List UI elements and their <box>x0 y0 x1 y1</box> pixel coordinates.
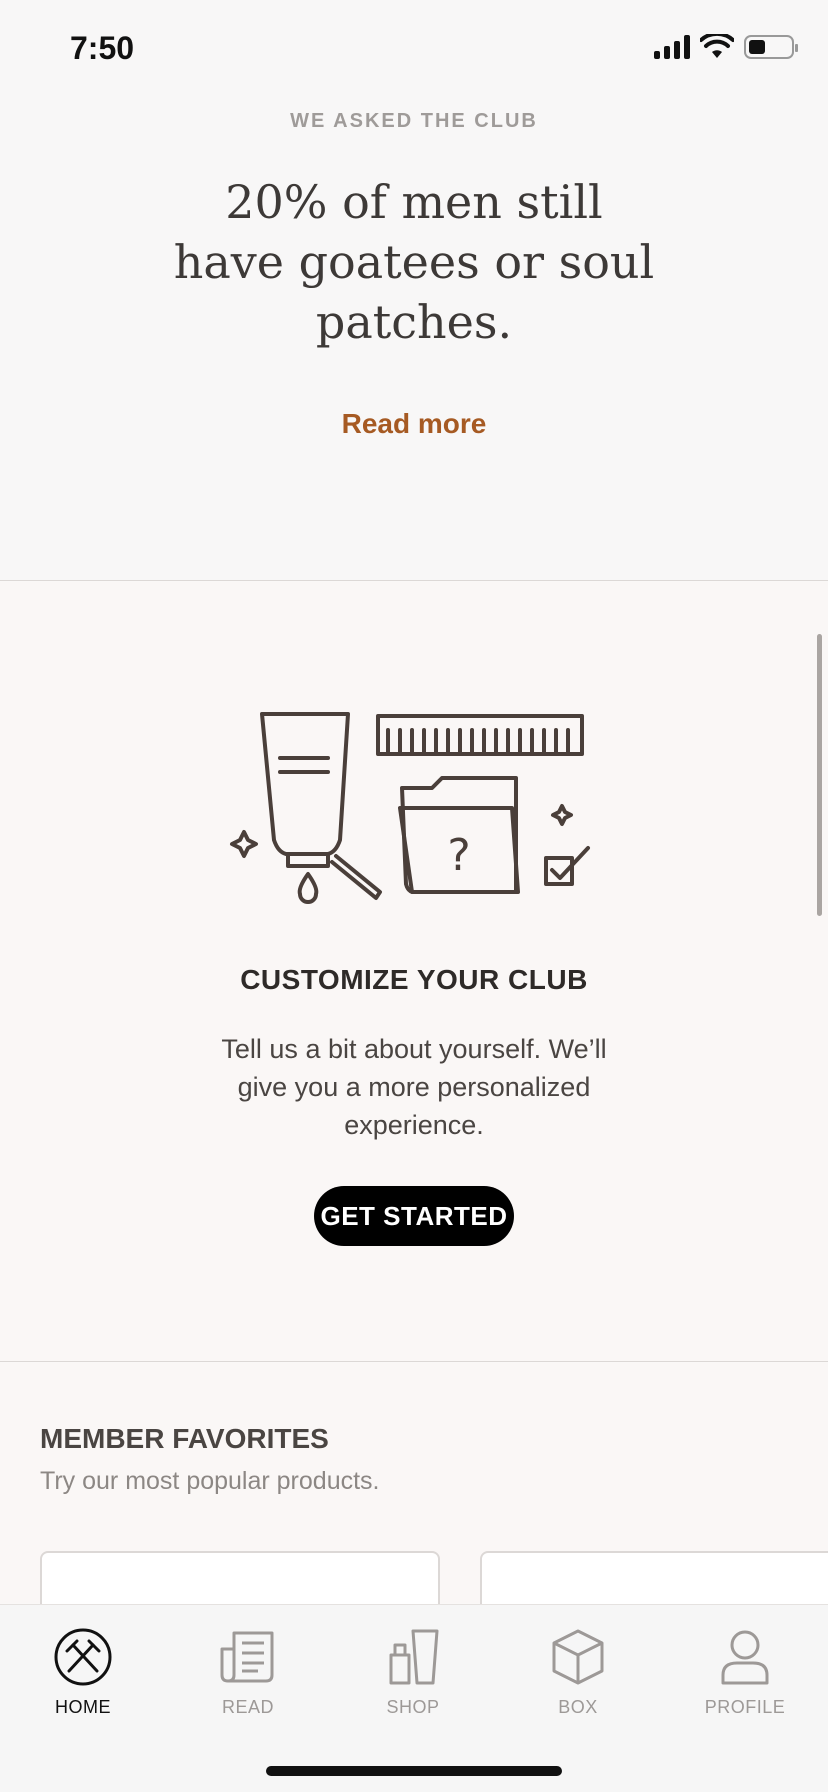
home-indicator <box>266 1766 562 1776</box>
status-bar: 7:50 <box>0 0 828 100</box>
status-icons <box>654 34 798 60</box>
grooming-products-illustration: ? <box>230 712 590 904</box>
club-quote: 20% of men still have goatees or soul pa… <box>173 175 655 349</box>
tab-label: HOME <box>55 1697 111 1717</box>
get-started-button[interactable]: GET STARTED <box>314 1186 514 1246</box>
shop-icon <box>389 1629 439 1685</box>
profile-icon <box>721 1630 769 1685</box>
read-more-link[interactable]: Read more <box>0 408 828 440</box>
customize-title: CUSTOMIZE YOUR CLUB <box>240 964 588 995</box>
tab-read[interactable]: READ <box>193 1627 303 1718</box>
wifi-icon <box>700 34 734 58</box>
scrollbar[interactable] <box>817 634 822 916</box>
section-eyebrow: WE ASKED THE CLUB <box>290 110 538 132</box>
we-asked-the-club-section: WE ASKED THE CLUB 20% of men still have … <box>0 100 828 581</box>
home-icon <box>54 1628 112 1686</box>
customize-description: Tell us a bit about yourself. We’ll give… <box>221 1034 607 1140</box>
tab-home[interactable]: HOME <box>28 1627 138 1718</box>
svg-text:?: ? <box>447 830 470 881</box>
box-icon <box>552 1629 604 1685</box>
member-favorites-section: MEMBER FAVORITES Try our most popular pr… <box>0 1363 828 1631</box>
tab-shop[interactable]: SHOP <box>358 1627 468 1718</box>
favorites-subtitle: Try our most popular products. <box>40 1467 380 1495</box>
tab-label: READ <box>221 1697 274 1717</box>
bottom-tab-bar: HOME READ SHOP BOX PROFILE <box>0 1604 828 1792</box>
customize-club-section: ? CUSTOMIZE YOUR CLUB Tell us a bit abou… <box>0 582 828 1362</box>
tab-label: BOX <box>558 1697 598 1717</box>
tab-label: PROFILE <box>704 1697 786 1717</box>
battery-icon <box>744 35 798 59</box>
cellular-signal-icon <box>654 35 690 59</box>
tab-label: SHOP <box>386 1697 440 1717</box>
tab-box[interactable]: BOX <box>523 1627 633 1718</box>
tab-profile[interactable]: PROFILE <box>690 1627 800 1718</box>
status-time: 7:50 <box>70 30 135 66</box>
read-icon <box>220 1631 274 1683</box>
favorites-title: MEMBER FAVORITES <box>40 1423 329 1454</box>
